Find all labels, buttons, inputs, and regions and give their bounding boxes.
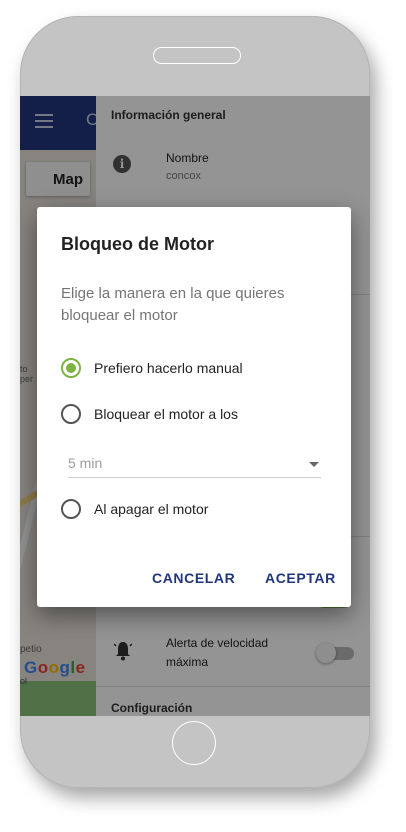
dropdown-arrow-icon[interactable] bbox=[309, 462, 319, 467]
home-button[interactable] bbox=[172, 721, 216, 765]
radio-button[interactable] bbox=[61, 499, 81, 519]
accept-button[interactable]: ACEPTAR bbox=[265, 570, 336, 586]
option-label: Al apagar el motor bbox=[94, 501, 209, 517]
dialog-message: Elige la manera en la que quieres bloque… bbox=[61, 285, 285, 324]
cancel-button[interactable]: CANCELAR bbox=[152, 570, 235, 586]
option-timed[interactable]: Bloquear el motor a los bbox=[61, 402, 331, 426]
app-screen: C Map to per petio Google ol Información… bbox=[20, 96, 370, 716]
option-label: Prefiero hacerlo manual bbox=[94, 360, 243, 376]
dialog-title: Bloqueo de Motor bbox=[61, 234, 214, 254]
radio-button[interactable] bbox=[61, 404, 81, 424]
option-label: Bloquear el motor a los bbox=[94, 406, 238, 422]
time-select[interactable]: 5 min bbox=[68, 450, 321, 478]
phone-frame: C Map to per petio Google ol Información… bbox=[20, 16, 370, 788]
radio-button-checked[interactable] bbox=[61, 358, 81, 378]
phone-speaker bbox=[153, 47, 241, 64]
option-on-shutdown[interactable]: Al apagar el motor bbox=[61, 497, 331, 521]
option-manual[interactable]: Prefiero hacerlo manual bbox=[61, 356, 331, 380]
engine-lock-dialog: Bloqueo de Motor Elige la manera en la q… bbox=[37, 207, 351, 607]
select-value: 5 min bbox=[68, 455, 103, 471]
